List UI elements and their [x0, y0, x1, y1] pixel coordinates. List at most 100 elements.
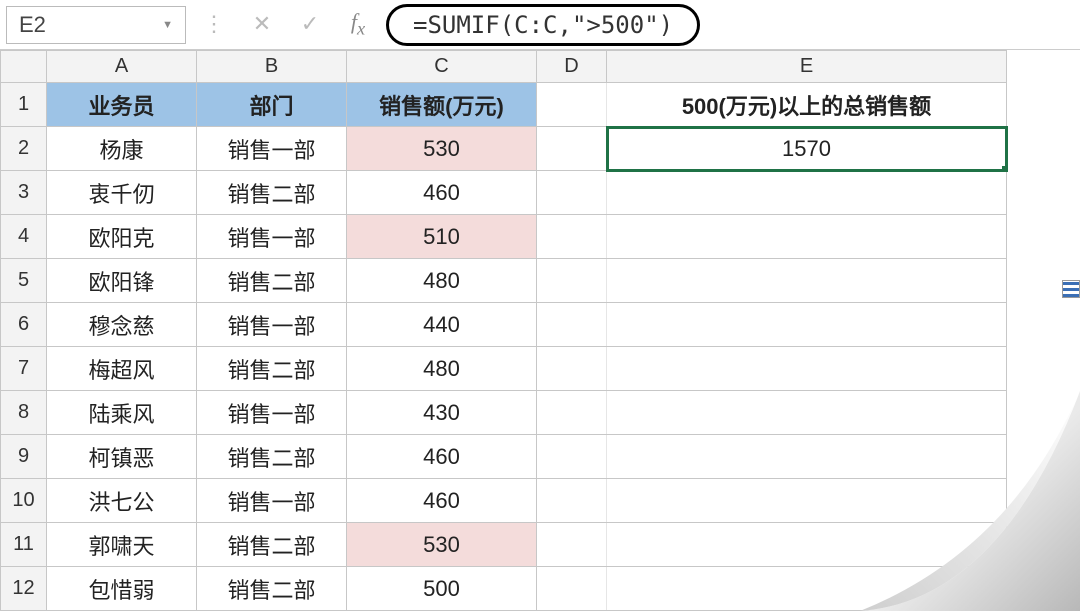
cancel-icon[interactable]: ✕: [250, 11, 274, 37]
row-header[interactable]: 5: [1, 259, 47, 303]
cell-D10[interactable]: [537, 479, 607, 523]
cell-E4[interactable]: [607, 215, 1007, 259]
table-row: 8陆乘风销售一部430: [1, 391, 1007, 435]
cell-C10[interactable]: 460: [347, 479, 537, 523]
table-row: 9柯镇恶销售二部460: [1, 435, 1007, 479]
cell-A11[interactable]: 郭啸天: [47, 523, 197, 567]
row-header[interactable]: 3: [1, 171, 47, 215]
cell-E10[interactable]: [607, 479, 1007, 523]
cell-B2[interactable]: 销售一部: [197, 127, 347, 171]
cell-E1[interactable]: 500(万元)以上的总销售额: [607, 83, 1007, 127]
cell-E2[interactable]: 1570: [607, 127, 1007, 171]
cell-E12[interactable]: [607, 567, 1007, 611]
cell-D4[interactable]: [537, 215, 607, 259]
cell-E5[interactable]: [607, 259, 1007, 303]
cell-B9[interactable]: 销售二部: [197, 435, 347, 479]
cell-C1[interactable]: 销售额(万元): [347, 83, 537, 127]
cell-D12[interactable]: [537, 567, 607, 611]
cell-D2[interactable]: [537, 127, 607, 171]
table-row: 12包惜弱销售二部500: [1, 567, 1007, 611]
formula-display[interactable]: =SUMIF(C:C,">500"): [386, 4, 700, 46]
table-row: 6穆念慈销售一部440: [1, 303, 1007, 347]
cell-C9[interactable]: 460: [347, 435, 537, 479]
select-all-corner[interactable]: [1, 51, 47, 83]
table-row: 2杨康销售一部530 1570: [1, 127, 1007, 171]
cell-A3[interactable]: 衷千仞: [47, 171, 197, 215]
row-header[interactable]: 2: [1, 127, 47, 171]
fx-icon[interactable]: fx: [346, 9, 370, 39]
cell-D1[interactable]: [537, 83, 607, 127]
cell-B8[interactable]: 销售一部: [197, 391, 347, 435]
row-header[interactable]: 10: [1, 479, 47, 523]
cell-C6[interactable]: 440: [347, 303, 537, 347]
col-header-D[interactable]: D: [537, 51, 607, 83]
col-header-C[interactable]: C: [347, 51, 537, 83]
cell-A12[interactable]: 包惜弱: [47, 567, 197, 611]
sheet-table[interactable]: A B C D E 1业务员部门销售额(万元)500(万元)以上的总销售额2杨康…: [0, 50, 1007, 611]
cell-B6[interactable]: 销售一部: [197, 303, 347, 347]
cell-C12[interactable]: 500: [347, 567, 537, 611]
table-row: 1业务员部门销售额(万元) 500(万元)以上的总销售额: [1, 83, 1007, 127]
cell-D7[interactable]: [537, 347, 607, 391]
cell-D3[interactable]: [537, 171, 607, 215]
formula-bar: E2 ▼ ⋮ ✕ ✓ fx =SUMIF(C:C,">500"): [0, 0, 1080, 50]
cell-D9[interactable]: [537, 435, 607, 479]
cell-E8[interactable]: [607, 391, 1007, 435]
cell-E7[interactable]: [607, 347, 1007, 391]
cell-C4[interactable]: 510: [347, 215, 537, 259]
cell-E6[interactable]: [607, 303, 1007, 347]
row-header[interactable]: 12: [1, 567, 47, 611]
cell-D8[interactable]: [537, 391, 607, 435]
cell-A1[interactable]: 业务员: [47, 83, 197, 127]
cell-C3[interactable]: 460: [347, 171, 537, 215]
row-header[interactable]: 1: [1, 83, 47, 127]
row-header[interactable]: 4: [1, 215, 47, 259]
spreadsheet-grid: A B C D E 1业务员部门销售额(万元)500(万元)以上的总销售额2杨康…: [0, 50, 1080, 611]
cell-A4[interactable]: 欧阳克: [47, 215, 197, 259]
cell-B10[interactable]: 销售一部: [197, 479, 347, 523]
cell-B1[interactable]: 部门: [197, 83, 347, 127]
formula-bar-icons: ⋮ ✕ ✓ fx: [194, 9, 378, 39]
cell-B7[interactable]: 销售二部: [197, 347, 347, 391]
cell-A8[interactable]: 陆乘风: [47, 391, 197, 435]
name-box-value: E2: [19, 12, 46, 38]
table-row: 10洪七公销售一部460: [1, 479, 1007, 523]
name-box-dropdown-icon[interactable]: ▼: [162, 19, 173, 31]
cell-B12[interactable]: 销售二部: [197, 567, 347, 611]
cell-C11[interactable]: 530: [347, 523, 537, 567]
table-row: 11郭啸天销售二部530: [1, 523, 1007, 567]
row-header[interactable]: 7: [1, 347, 47, 391]
cell-A5[interactable]: 欧阳锋: [47, 259, 197, 303]
cell-C5[interactable]: 480: [347, 259, 537, 303]
cell-D5[interactable]: [537, 259, 607, 303]
table-row: 5欧阳锋销售二部480: [1, 259, 1007, 303]
row-header[interactable]: 8: [1, 391, 47, 435]
cell-E3[interactable]: [607, 171, 1007, 215]
cell-B5[interactable]: 销售二部: [197, 259, 347, 303]
scrollbar-thumb-icon[interactable]: [1062, 280, 1080, 298]
cell-A6[interactable]: 穆念慈: [47, 303, 197, 347]
row-header[interactable]: 6: [1, 303, 47, 347]
cell-B4[interactable]: 销售一部: [197, 215, 347, 259]
cell-B3[interactable]: 销售二部: [197, 171, 347, 215]
confirm-icon[interactable]: ✓: [298, 11, 322, 37]
cell-E9[interactable]: [607, 435, 1007, 479]
cell-A9[interactable]: 柯镇恶: [47, 435, 197, 479]
row-header[interactable]: 11: [1, 523, 47, 567]
cell-C2[interactable]: 530: [347, 127, 537, 171]
col-header-A[interactable]: A: [47, 51, 197, 83]
cell-D6[interactable]: [537, 303, 607, 347]
cell-A10[interactable]: 洪七公: [47, 479, 197, 523]
cell-C8[interactable]: 430: [347, 391, 537, 435]
cell-A7[interactable]: 梅超风: [47, 347, 197, 391]
col-header-B[interactable]: B: [197, 51, 347, 83]
cell-A2[interactable]: 杨康: [47, 127, 197, 171]
row-header[interactable]: 9: [1, 435, 47, 479]
table-row: 7梅超风销售二部480: [1, 347, 1007, 391]
cell-E11[interactable]: [607, 523, 1007, 567]
cell-B11[interactable]: 销售二部: [197, 523, 347, 567]
cell-C7[interactable]: 480: [347, 347, 537, 391]
cell-D11[interactable]: [537, 523, 607, 567]
name-box[interactable]: E2 ▼: [6, 6, 186, 44]
col-header-E[interactable]: E: [607, 51, 1007, 83]
